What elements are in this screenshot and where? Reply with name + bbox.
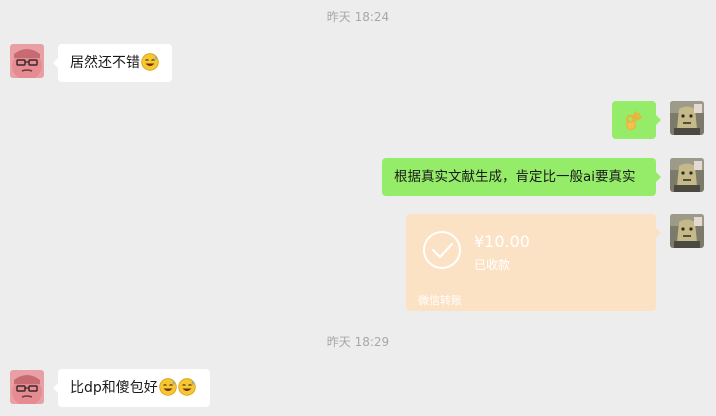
contact-avatar[interactable] [10, 44, 44, 78]
transfer-amount: ¥10.00 [474, 232, 530, 251]
grinning-sweat-emoji-icon [159, 378, 177, 396]
message-text: 根据真实文献生成，肯定比一般ai要真实 [394, 169, 636, 185]
contact-avatar[interactable] [10, 370, 44, 404]
my-avatar[interactable] [670, 101, 704, 135]
timestamp: 昨天 18:24 [326, 10, 390, 24]
message-text: 比dp和傻包好 [70, 380, 158, 396]
message-text: 居然还不错 [70, 55, 140, 71]
transfer-label: 微信转账 [418, 294, 462, 307]
check-circle-icon [423, 231, 461, 269]
message-bubble-outgoing[interactable]: 根据真实文献生成，肯定比一般ai要真实 [382, 158, 661, 196]
transfer-status: 已收款 [474, 258, 511, 272]
message-bubble-incoming[interactable]: 居然还不错 [53, 44, 172, 82]
timestamp: 昨天 18:29 [326, 335, 390, 349]
message-bubble-outgoing[interactable] [612, 101, 661, 139]
grinning-sweat-emoji-icon [178, 378, 196, 396]
transfer-card[interactable]: ¥10.00 已收款 微信转账 [406, 214, 661, 311]
my-avatar[interactable] [670, 158, 704, 192]
my-avatar[interactable] [670, 214, 704, 248]
message-bubble-incoming[interactable]: 比dp和傻包好 [53, 369, 210, 407]
grinning-sweat-emoji-icon [141, 53, 159, 71]
ok-hand-emoji-icon [624, 111, 643, 131]
